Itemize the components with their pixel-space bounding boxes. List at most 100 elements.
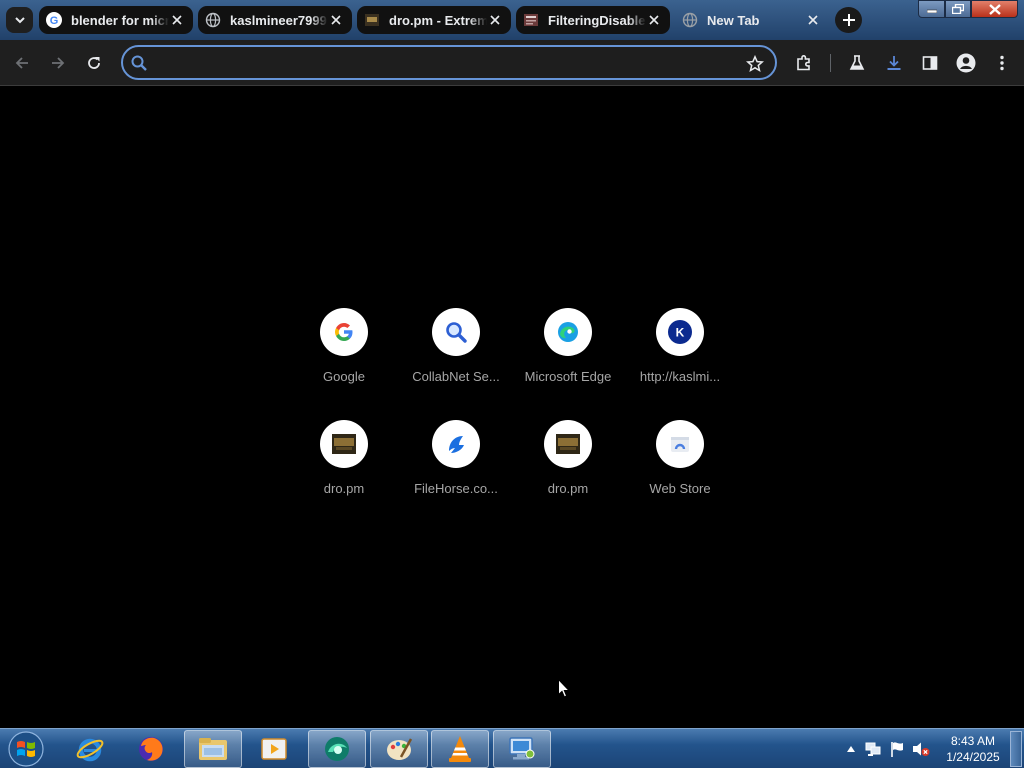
shortcut-label: http://kaslmi...	[639, 369, 721, 384]
shortcut-label: FileHorse.co...	[414, 481, 498, 496]
tab-title: FilteringDisable	[548, 12, 646, 28]
shortcut-tile[interactable]: dro.pm	[288, 420, 400, 520]
taskbar: 8:43 AM 1/24/2025	[0, 728, 1024, 768]
close-tab-icon[interactable]	[646, 12, 662, 28]
google-g-icon	[335, 323, 353, 341]
profile-button[interactable]	[952, 49, 980, 77]
show-hidden-icons-button[interactable]	[842, 741, 860, 757]
k-letter: K	[676, 326, 685, 340]
shortcut-tile[interactable]: FileHorse.co...	[400, 420, 512, 520]
document-icon	[523, 12, 539, 28]
forward-button[interactable]	[44, 49, 72, 77]
browser-window: G blender for micr kaslmineer7999 dro.pm…	[0, 0, 1024, 768]
labs-button[interactable]	[843, 49, 871, 77]
shortcut-icon-circle	[432, 420, 480, 468]
shortcut-tile[interactable]: CollabNet Se...	[400, 308, 512, 408]
tab-strip: G blender for micr kaslmineer7999 dro.pm…	[0, 0, 1024, 40]
shortcut-icon-circle	[320, 420, 368, 468]
volume-muted-icon	[913, 742, 930, 756]
volume-tray-button[interactable]	[912, 741, 930, 757]
tab-title: blender for micr	[71, 12, 169, 28]
windows-logo-icon	[8, 731, 44, 767]
tab-blender[interactable]: G blender for micr	[39, 6, 193, 34]
shortcut-tile[interactable]: Web Store	[624, 420, 736, 520]
flag-icon	[891, 742, 903, 757]
shortcut-tile[interactable]: dro.pm	[512, 420, 624, 520]
clock-time: 8:43 AM	[950, 734, 996, 748]
remote-desktop-icon	[509, 737, 535, 760]
file-explorer-icon	[199, 738, 227, 760]
taskbar-internet-explorer[interactable]	[61, 730, 119, 768]
tab-title: kaslmineer7999	[230, 12, 327, 28]
taskbar-file-explorer[interactable]	[184, 730, 242, 768]
arrow-right-icon	[52, 57, 65, 69]
tab-title: New Tab	[707, 12, 760, 28]
close-tab-icon[interactable]	[328, 12, 344, 28]
network-tray-button[interactable]	[864, 741, 882, 757]
start-button[interactable]	[6, 730, 46, 768]
tab-title: dro.pm - Extrem	[389, 12, 487, 28]
puzzle-icon	[797, 55, 810, 71]
taskbar-media-player[interactable]	[245, 730, 303, 768]
svg-text:G: G	[50, 15, 59, 27]
new-tab-button[interactable]	[835, 7, 862, 33]
shortcut-icon-circle: K	[656, 308, 704, 356]
action-center-button[interactable]	[888, 741, 906, 757]
minimize-icon	[926, 9, 937, 13]
tab-dro-pm[interactable]: dro.pm - Extrem	[357, 6, 511, 34]
close-tab-icon[interactable]	[169, 12, 185, 28]
downloads-button[interactable]	[880, 49, 908, 77]
paint-icon	[387, 738, 413, 760]
bookmark-star-button[interactable]	[743, 52, 767, 76]
show-desktop-button[interactable]	[1010, 731, 1022, 767]
download-icon	[887, 56, 901, 70]
window-restore-button[interactable]	[945, 0, 971, 18]
back-button[interactable]	[8, 49, 36, 77]
media-player-icon	[261, 738, 287, 760]
taskbar-remote-desktop[interactable]	[493, 730, 551, 768]
dro-pm-icon	[364, 12, 380, 28]
shortcut-label: dro.pm	[547, 481, 589, 496]
flask-icon	[849, 55, 865, 70]
shortcut-icon-circle	[544, 308, 592, 356]
shortcut-label: dro.pm	[323, 481, 365, 496]
address-bar[interactable]	[121, 45, 777, 80]
shortcut-label: Web Store	[649, 481, 711, 496]
close-tab-icon[interactable]	[805, 12, 821, 28]
side-panel-button[interactable]	[916, 49, 944, 77]
tab-new-tab[interactable]: New Tab	[675, 4, 829, 36]
globe-icon	[205, 12, 221, 28]
taskbar-browser[interactable]	[308, 730, 366, 768]
shortcut-label: Google	[323, 369, 365, 384]
browser-toolbar	[0, 40, 1024, 86]
system-clock[interactable]: 8:43 AM 1/24/2025	[940, 733, 1006, 765]
address-input[interactable]	[155, 52, 735, 73]
dro-pm-icon	[556, 434, 580, 454]
window-close-button[interactable]	[971, 0, 1018, 18]
web-store-icon	[671, 437, 689, 452]
window-minimize-button[interactable]	[918, 0, 945, 18]
shortcut-icon-circle	[320, 308, 368, 356]
taskbar-firefox[interactable]	[122, 730, 180, 768]
side-panel-icon	[922, 56, 938, 70]
menu-button[interactable]	[988, 49, 1016, 77]
more-vertical-icon	[1000, 55, 1004, 71]
extensions-button[interactable]	[790, 49, 818, 77]
tab-kaslmineer[interactable]: kaslmineer7999	[198, 6, 352, 34]
plus-icon	[842, 14, 855, 26]
k-letter-icon: K	[668, 320, 692, 344]
shortcut-tile[interactable]: Microsoft Edge	[512, 308, 624, 408]
google-g-icon: G	[46, 12, 62, 28]
dro-pm-icon	[332, 434, 356, 454]
tab-search-button[interactable]	[6, 7, 33, 33]
shortcut-tile[interactable]: Google	[288, 308, 400, 408]
reload-button[interactable]	[80, 49, 108, 77]
profile-avatar-icon	[956, 53, 976, 73]
shortcut-icon-circle	[544, 420, 592, 468]
close-tab-icon[interactable]	[487, 12, 503, 28]
tab-filtering-disabled[interactable]: FilteringDisable	[516, 6, 670, 34]
taskbar-paint[interactable]	[370, 730, 428, 768]
network-icon	[865, 742, 881, 756]
shortcut-tile[interactable]: K http://kaslmi...	[624, 308, 736, 408]
taskbar-vlc[interactable]	[431, 730, 489, 768]
